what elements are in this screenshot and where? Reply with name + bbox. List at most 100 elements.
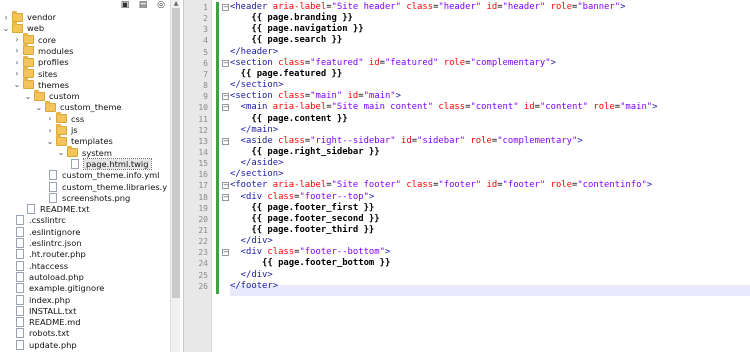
tree-item[interactable]: › profiles [13,55,69,68]
code-line[interactable]: </section> [230,80,283,91]
fold-toggle-icon[interactable]: − [222,193,229,201]
code-line[interactable]: <footer aria-label="Site footer" class="… [230,180,652,191]
tree-scrollbar[interactable]: ▲ [170,0,180,352]
file-tree-panel[interactable]: ▣ ▤ ◎ › vendor ⌄ web › core › modules › profiles ›… [0,0,168,352]
code-line[interactable]: </section> [230,169,283,180]
code-line[interactable]: <section class="featured" id="featured" … [230,58,556,69]
tree-item[interactable]: ⌄ themes [13,78,69,91]
code-line[interactable]: <aside class="right--sidebar" id="sideba… [230,136,583,147]
tree-item[interactable]: ⌄ custom [24,89,80,102]
tree-item[interactable]: › sites [13,67,57,80]
code-token: "Site main content" [331,102,434,113]
code-line[interactable]: </header> [230,47,278,58]
code-line[interactable]: {{ page.right_sidebar }} [230,147,379,158]
chevron-right-icon[interactable]: › [2,13,10,22]
chevron-right-icon[interactable]: › [13,46,21,55]
code-line[interactable]: <section class="main" id="main"> [230,91,401,102]
line-number: 13 [198,136,208,146]
code-line[interactable]: </main> [230,125,278,136]
chevron-down-icon[interactable]: ⌄ [2,24,10,33]
code-line[interactable]: {{ page.footer_second }} [230,214,379,225]
tree-item[interactable]: › css [46,112,84,125]
tree-item[interactable]: ›custom_theme.info.yml [46,169,160,181]
collapse-all-icon[interactable]: ▣ [120,0,130,10]
code-token: "footer" [502,180,546,191]
code-line[interactable]: <main aria-label="Site main content" cla… [230,102,658,113]
code-line[interactable]: <header aria-label="Site header" class="… [230,2,625,13]
code-token: "complementary" [470,57,551,68]
code-line[interactable]: </div> [230,236,273,247]
code-token: </div> [230,236,273,247]
tree-item[interactable]: ›update.php [13,339,77,351]
chevron-right-icon[interactable]: › [46,114,54,123]
code-line[interactable]: {{ page.search }} [230,35,342,46]
line-number: 17 [198,181,208,191]
tree-item[interactable]: ›.eslintrc.json [13,237,82,249]
tree-item[interactable]: ›README.txt [24,203,90,215]
tree-scrollbar-thumb[interactable] [172,8,180,298]
tree-item[interactable]: ›custom_theme.libraries.yml [46,181,168,193]
code-token: "main" [310,91,343,102]
chevron-down-icon[interactable]: ⌄ [46,137,54,146]
fold-toggle-icon[interactable]: − [222,104,229,112]
code-line[interactable]: <div class="footer--bottom"> [230,247,391,258]
code-token: "contentinfo" [577,180,647,191]
tree-item[interactable]: ›.eslintignore [13,226,80,238]
tree-item[interactable]: ›.htaccess [13,260,68,272]
tree-item-label: README.md [29,317,81,328]
chevron-down-icon[interactable]: ⌄ [13,80,21,89]
scroll-up-icon[interactable]: ▲ [172,0,180,8]
fold-toggle-icon[interactable]: − [222,59,229,67]
chevron-right-icon[interactable]: › [13,35,21,44]
tree-item[interactable]: › modules [13,44,73,57]
tree-item-label: example.gitignore [29,283,105,294]
code-line[interactable]: </footer> [230,281,278,292]
tree-item[interactable]: ›.ht.router.php [13,248,86,260]
chevron-right-icon[interactable]: › [13,69,21,78]
tree-item[interactable]: ›autoload.php [13,271,84,283]
locate-file-icon[interactable]: ◎ [156,0,166,10]
code-token: {{ page.content }} [230,113,348,124]
tree-item[interactable]: › vendor [2,10,56,23]
file-icon [49,192,57,203]
code-editor[interactable]: 1 2 3 4 5 6 7 8 9 10 11 12 13 14 15 16 17 18 19 20 21 22 23 24 2… [183,0,750,352]
fold-toggle-icon[interactable]: − [222,137,229,145]
code-token: "content" [539,102,589,113]
tree-item[interactable]: ›index.php [13,294,70,306]
tree-item[interactable]: ›README.md [13,316,80,328]
tree-item[interactable]: › js [46,123,78,136]
tree-item[interactable]: ›INSTALL.txt [13,305,76,317]
tree-item[interactable]: ›example.gitignore [13,282,104,294]
code-line[interactable]: {{ page.footer_bottom }} [230,258,390,269]
chevron-right-icon[interactable]: › [46,126,54,135]
tree-item[interactable]: ›page.html.twig [68,157,152,170]
fold-toggle-icon[interactable]: − [222,249,229,257]
code-line[interactable]: {{ page.footer_third }} [230,225,374,236]
tree-item[interactable]: ⌄ custom_theme [35,100,122,113]
code-line[interactable]: {{ page.footer_first }} [230,203,374,214]
tree-item[interactable]: ›.csslintrc [13,214,66,226]
expand-all-icon[interactable]: ▤ [138,0,148,10]
chevron-down-icon[interactable]: ⌄ [57,148,65,157]
fold-toggle-icon[interactable]: − [222,93,229,101]
code-line[interactable]: {{ page.content }} [230,113,348,125]
fold-toggle-icon[interactable]: − [222,182,229,190]
code-line[interactable]: <div class="footer--top"> [230,192,375,203]
chevron-down-icon[interactable]: ⌄ [35,103,43,112]
code-token: > [550,57,556,68]
code-line[interactable]: </aside> [230,158,284,169]
tree-item-label: .htaccess [29,260,69,271]
code-line[interactable]: </div> [230,270,273,281]
tree-item[interactable]: ›screenshots.png [46,192,130,204]
code-line[interactable]: {{ page.branding }} [230,13,353,24]
chevron-down-icon[interactable]: ⌄ [24,92,32,101]
chevron-right-icon[interactable]: › [13,58,21,67]
tree-item[interactable]: ⌄ templates [46,134,113,147]
tree-item[interactable]: › core [13,33,56,46]
code-token: <header [230,2,273,12]
fold-toggle-icon[interactable]: − [222,4,229,11]
tree-item[interactable]: ›robots.txt [13,327,69,339]
code-line[interactable]: {{ page.featured }} [230,69,343,80]
code-line[interactable]: {{ page.navigation }} [230,24,363,35]
tree-item[interactable]: ⌄ system [57,146,112,159]
